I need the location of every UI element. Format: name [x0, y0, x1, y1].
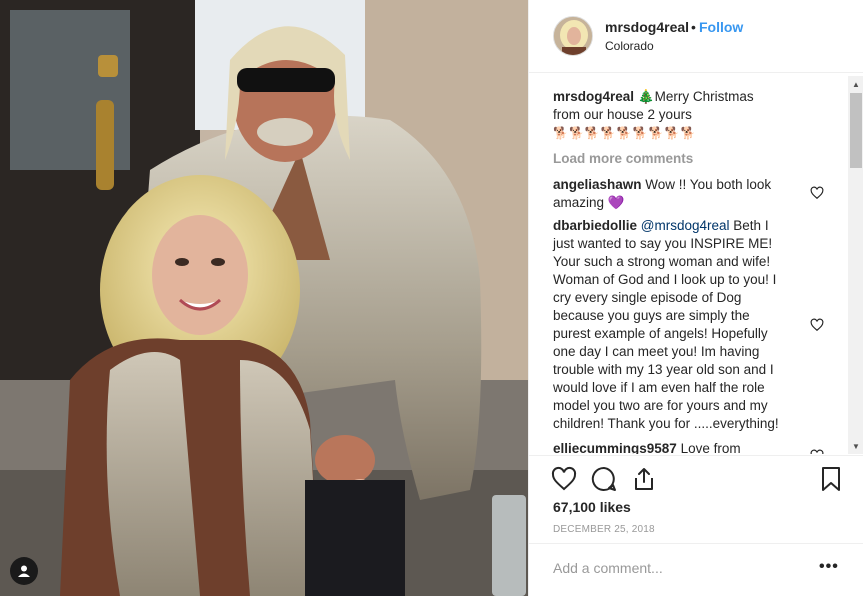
comment-like-heart-icon[interactable]: [810, 186, 824, 200]
comment-like-heart-icon[interactable]: [810, 318, 824, 332]
scroll-up-arrow-icon[interactable]: ▲: [848, 76, 863, 92]
comment-text: Wow !! You both look: [645, 177, 772, 192]
comment-line: Beth I: [733, 218, 769, 233]
purple-heart-emoji: 💜: [607, 195, 625, 210]
separator-dot: •: [691, 19, 696, 35]
more-options-icon[interactable]: •••: [819, 558, 839, 576]
scrollbar-thumb[interactable]: [850, 93, 862, 168]
dog-emoji-row: 🐕🐕🐕🐕🐕🐕🐕🐕🐕: [553, 126, 697, 140]
caption-text-1: Merry Christmas: [654, 89, 754, 104]
comment-username[interactable]: elliecummings9587: [553, 441, 677, 454]
comment-line: just wanted to say you INSPIRE ME!: [553, 236, 773, 251]
avatar[interactable]: [553, 16, 593, 56]
comments-list[interactable]: mrsdog4real 🎄Merry Christmas from our ho…: [529, 74, 863, 454]
scroll-down-arrow-icon[interactable]: ▼: [848, 438, 863, 454]
caption-text-2: from our house 2 yours: [553, 107, 692, 122]
comments-scrollbar[interactable]: ▲ ▼: [848, 76, 863, 454]
comment-line: would love if I am even half the role: [553, 380, 765, 395]
post-side-panel: mrsdog4real • Follow Colorado mrsdog4rea…: [528, 0, 863, 596]
comment-like-heart-icon[interactable]: [810, 449, 824, 454]
caption: mrsdog4real 🎄Merry Christmas from our ho…: [553, 88, 793, 142]
photo-illustration: [0, 0, 528, 596]
comment: elliecummings9587 Love from: [553, 440, 793, 454]
comment-icon[interactable]: [591, 466, 617, 492]
add-comment-input[interactable]: [553, 560, 803, 576]
caption-username[interactable]: mrsdog4real: [553, 89, 634, 104]
comment-line: one day I can meet you! Im having: [553, 344, 760, 359]
follow-button[interactable]: Follow: [699, 19, 743, 35]
post-header: mrsdog4real • Follow Colorado: [529, 0, 863, 73]
add-comment-bar: •••: [529, 543, 863, 596]
christmas-tree-emoji: 🎄: [637, 89, 655, 104]
comment-line: children! Thank you for .....everything!: [553, 416, 779, 431]
share-icon[interactable]: [631, 466, 657, 492]
load-more-comments-button[interactable]: Load more comments: [553, 151, 693, 166]
header-username[interactable]: mrsdog4real: [605, 19, 689, 35]
comment-line: model you two are for yours and my: [553, 398, 768, 413]
post-photo[interactable]: [0, 0, 528, 596]
post-date[interactable]: DECEMBER 25, 2018: [553, 524, 655, 535]
likes-count[interactable]: 67,100 likes: [553, 499, 631, 515]
comment-line: Your such a strong woman and wife!: [553, 254, 771, 269]
comment: dbarbiedollie @mrsdog4real Beth I just w…: [553, 217, 793, 433]
user-tag-icon[interactable]: [10, 557, 38, 585]
action-bar: [529, 455, 863, 501]
bookmark-icon[interactable]: [818, 466, 844, 492]
comment-line: because you guys are simply the: [553, 308, 750, 323]
comment-username[interactable]: angeliashawn: [553, 177, 642, 192]
comment-text-2: amazing: [553, 195, 605, 210]
comment: angeliashawn Wow !! You both look amazin…: [553, 176, 793, 212]
comment-text: Love from: [680, 441, 741, 454]
comment-username[interactable]: dbarbiedollie: [553, 218, 637, 233]
mention-link[interactable]: @mrsdog4real: [641, 218, 730, 233]
comment-line: Woman of God and I look up to you! I: [553, 272, 777, 287]
heart-icon[interactable]: [551, 466, 577, 492]
comment-line: purest example of angels! Hopefully: [553, 326, 768, 341]
comment-line: trouble with my 13 year old son and I: [553, 362, 774, 377]
comment-line: cry every single episode of Dog: [553, 290, 742, 305]
location-link[interactable]: Colorado: [605, 39, 654, 53]
